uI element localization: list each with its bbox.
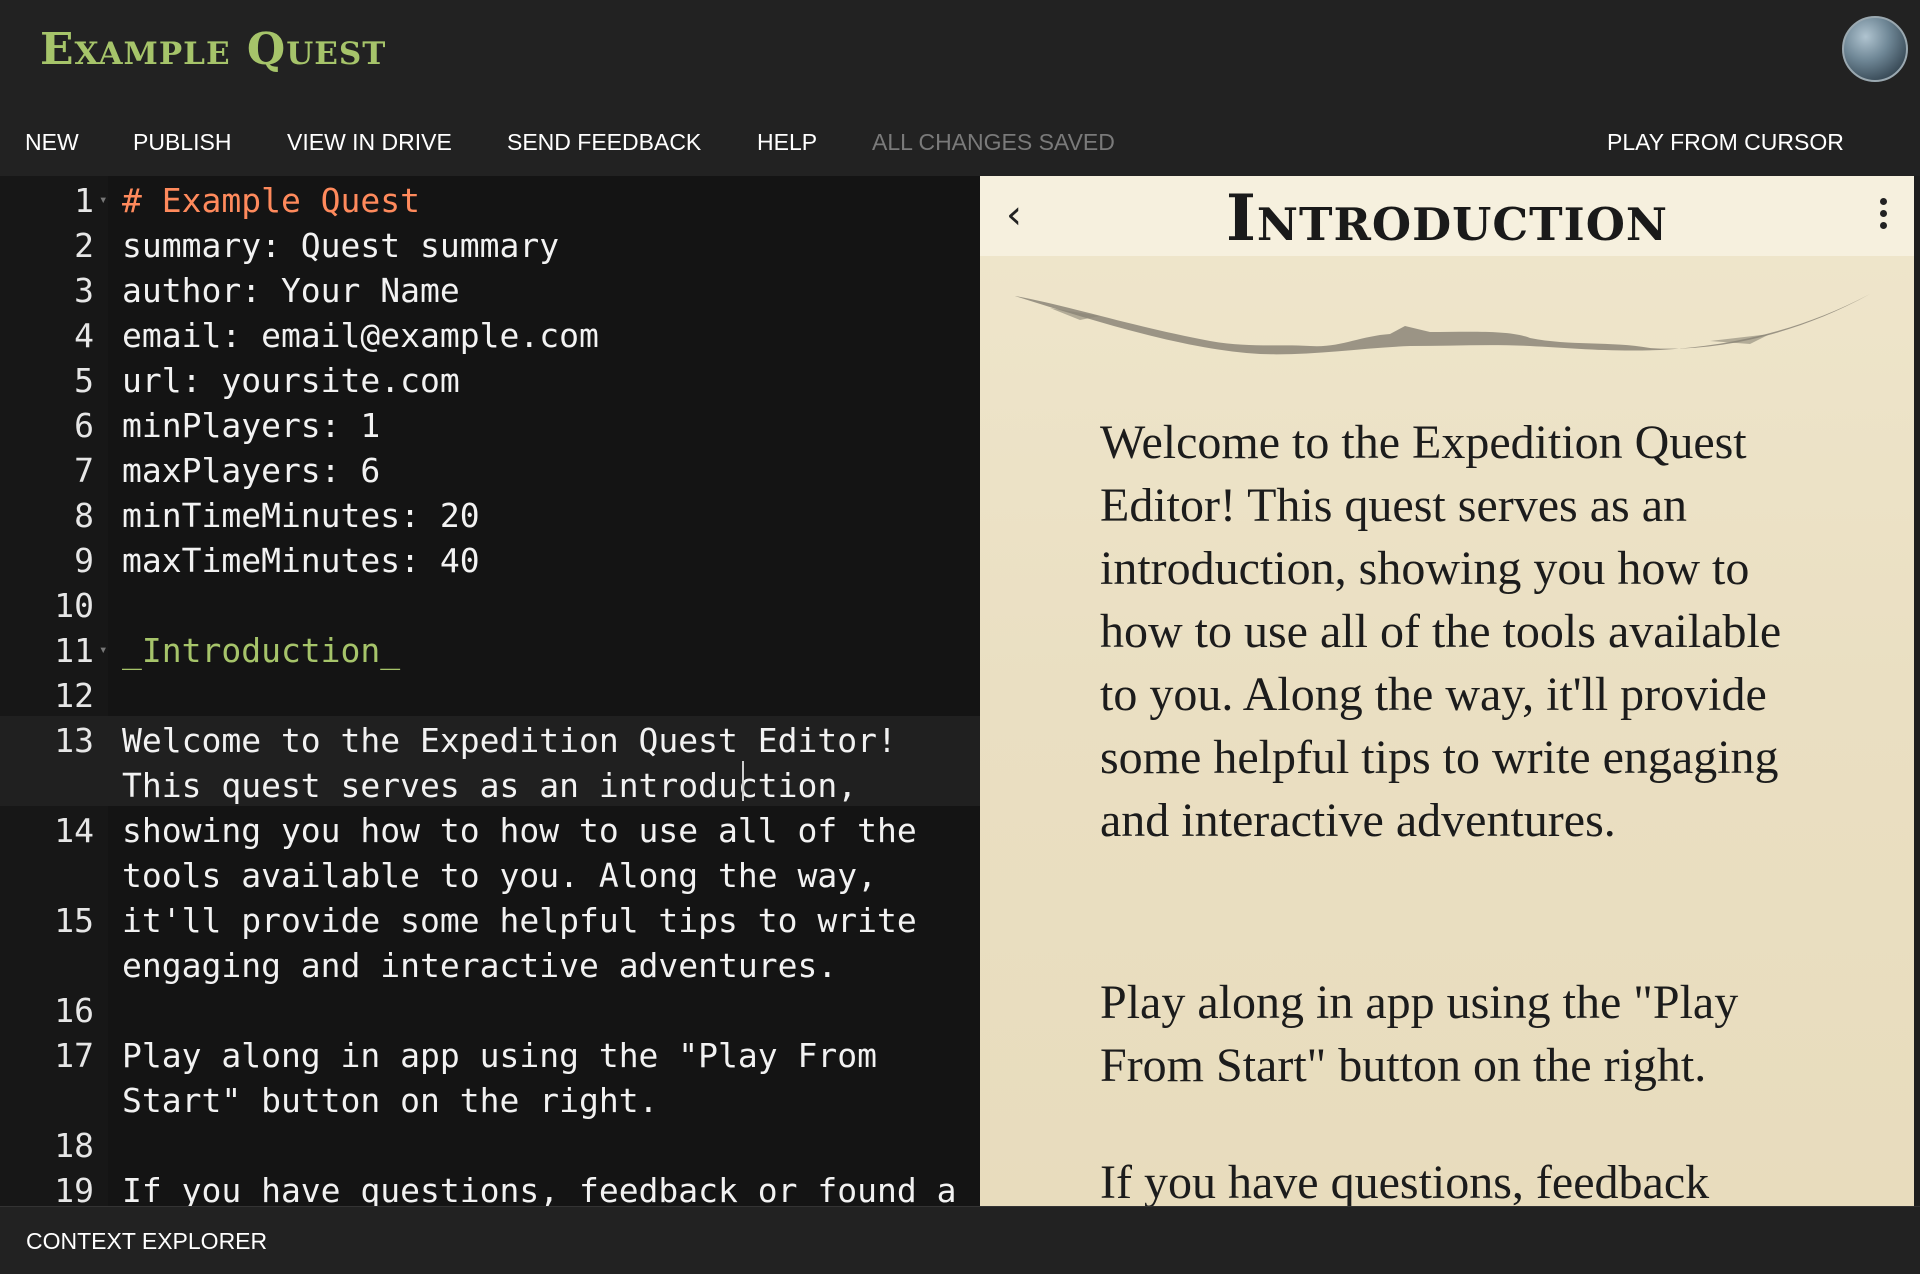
line-text: url: yoursite.com [122,361,460,400]
quest-preview: ‹ Introduction Welcome to the Expedition… [980,176,1914,1206]
preview-paragraph-3: If you have questions, feedback [1100,1156,1710,1206]
card-title: Introduction [1225,181,1669,256]
card-header: ‹ Introduction [980,176,1914,256]
app-title: Example Quest [40,24,387,75]
line-text: Play along in app using the "Play From [122,1036,877,1075]
line-text: summary: Quest summary [122,226,560,265]
line-text: author: Your Name [122,271,460,310]
line-number: 8 [74,496,94,535]
fold-toggle-icon[interactable]: ▾ [99,178,107,223]
fold-toggle-icon[interactable]: ▾ [99,628,107,673]
line-text: This quest serves as an introduction, [122,766,858,805]
text-cursor [742,761,744,801]
context-explorer-toggle[interactable]: CONTEXT EXPLORER [26,1227,267,1255]
line-text: tools available to you. Along the way, [122,856,877,895]
line-number: 10 [54,586,94,625]
line-text: maxTimeMinutes: 40 [122,541,480,580]
preview-paragraph-2: Play along in app using the "Play From S… [1100,976,1739,1092]
save-status: ALL CHANGES SAVED [872,129,1115,155]
line-number: 12 [54,676,94,715]
line-number: 11 [54,631,94,670]
line-text: minTimeMinutes: 20 [122,496,480,535]
menu-bar: NEW PUBLISH VIEW IN DRIVE SEND FEEDBACK … [0,104,1920,176]
line-text: maxPlayers: 6 [122,451,381,490]
line-text: minPlayers: 1 [122,406,381,445]
line-text: # Example Quest [122,181,421,220]
publish-button[interactable]: PUBLISH [133,128,231,156]
line-text: If you have questions, feedback or found… [122,1171,957,1206]
line-text: engaging and interactive adventures. [122,946,838,985]
play-from-cursor-button[interactable]: PLAY FROM CURSOR [1607,128,1844,156]
preview-paragraph-1: Welcome to the Expedition Quest Editor! … [1100,416,1782,847]
view-in-drive-button[interactable]: VIEW IN DRIVE [287,128,452,156]
help-button[interactable]: HELP [757,128,817,156]
line-number: 14 [54,811,94,850]
more-vertical-icon[interactable] [1880,198,1888,234]
line-number: 1 [74,181,94,220]
line-number: 6 [74,406,94,445]
line-text: it'll provide some helpful tips to write [122,901,917,940]
line-number: 19 [54,1171,94,1206]
line-text: Welcome to the Expedition Quest Editor! [122,721,897,760]
decorative-divider [1015,294,1870,355]
app-header: Example Quest [0,0,1920,104]
send-feedback-button[interactable]: SEND FEEDBACK [507,128,701,156]
line-number: 17 [54,1036,94,1075]
line-number: 3 [74,271,94,310]
line-number: 2 [74,226,94,265]
line-number: 13 [54,721,94,760]
code-editor[interactable]: 1 ▾ # Example Quest 2 summary: Quest summary… [0,176,980,1206]
line-number: 15 [54,901,94,940]
user-avatar[interactable] [1842,16,1908,82]
line-number: 7 [74,451,94,490]
line-number: 18 [54,1126,94,1165]
line-number: 16 [54,991,94,1030]
line-text: showing you how to how to use all of the [122,811,917,850]
footer-bar: CONTEXT EXPLORER [0,1206,1920,1274]
line-text: Start" button on the right. [122,1081,659,1120]
line-text: _Introduction_ [122,631,401,670]
line-text: email: email@example.com [122,316,599,355]
line-number: 9 [74,541,94,580]
line-number: 4 [74,316,94,355]
line-number: 5 [74,361,94,400]
new-button[interactable]: NEW [25,128,79,156]
